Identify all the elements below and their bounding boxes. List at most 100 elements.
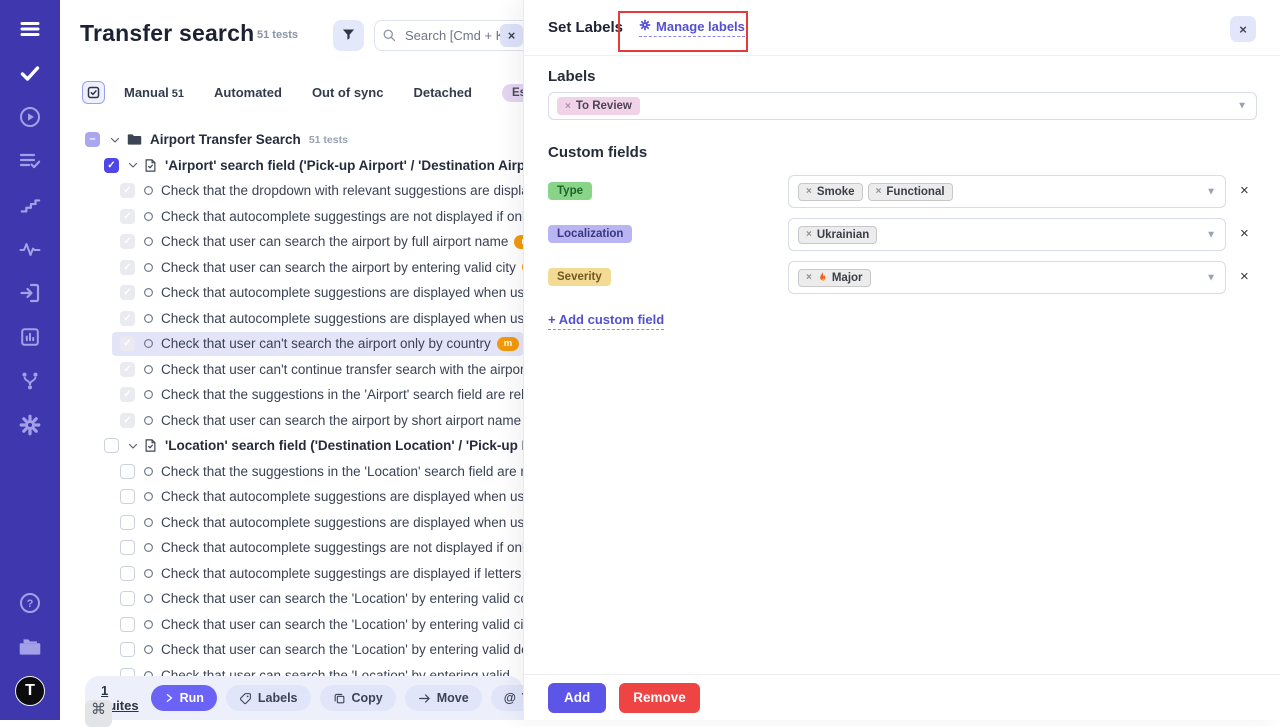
chevron-down-icon[interactable] bbox=[127, 159, 139, 171]
tag-icon bbox=[239, 692, 252, 705]
labels-select[interactable]: × To Review ▼ bbox=[548, 92, 1257, 120]
tree-row[interactable]: Check that autocomplete suggestings are … bbox=[60, 561, 523, 587]
menu-icon[interactable] bbox=[15, 14, 45, 44]
dropdown-arrow-icon: ▼ bbox=[1237, 101, 1247, 112]
command-key-icon[interactable]: ⌘ bbox=[85, 700, 112, 727]
row-checkbox[interactable] bbox=[120, 566, 135, 581]
row-checkbox[interactable] bbox=[120, 540, 135, 555]
svg-text:?: ? bbox=[27, 598, 34, 610]
copy-button[interactable]: Copy bbox=[320, 685, 396, 711]
tree-row[interactable]: Check that user can't search the airport… bbox=[60, 331, 523, 357]
status-circle-icon bbox=[143, 185, 154, 196]
clear-search-button[interactable]: × bbox=[500, 24, 523, 47]
row-checkbox[interactable] bbox=[120, 387, 135, 402]
tab-manual[interactable]: Manual51 bbox=[124, 85, 184, 100]
row-checkbox[interactable] bbox=[120, 285, 135, 300]
tree-row[interactable]: Airport Transfer Search 51 tests bbox=[60, 127, 523, 153]
remove-tag-icon[interactable]: × bbox=[565, 101, 571, 112]
chevron-down-icon[interactable] bbox=[108, 134, 122, 146]
row-checkbox[interactable] bbox=[120, 183, 135, 198]
remove-field-button[interactable]: × bbox=[1240, 268, 1249, 285]
test-run-play-icon[interactable] bbox=[15, 102, 45, 132]
test-plans-list-icon[interactable] bbox=[15, 146, 45, 176]
severity-select[interactable]: × Major ▼ bbox=[788, 261, 1226, 294]
tree-row[interactable]: Check that autocomplete suggestions are … bbox=[60, 510, 523, 536]
row-checkbox[interactable] bbox=[104, 438, 119, 453]
status-circle-icon bbox=[143, 593, 154, 604]
labels-button[interactable]: Labels bbox=[226, 685, 311, 711]
row-checkbox[interactable] bbox=[120, 234, 135, 249]
tree-row[interactable]: Check that autocomplete suggestions are … bbox=[60, 306, 523, 332]
projects-folder-icon[interactable] bbox=[15, 632, 45, 662]
activity-pulse-icon[interactable] bbox=[15, 234, 45, 264]
reports-chart-icon[interactable] bbox=[15, 322, 45, 352]
move-button[interactable]: Move bbox=[405, 685, 482, 711]
filter-button[interactable] bbox=[333, 20, 364, 51]
tree-row[interactable]: 'Airport' search field ('Pick-up Airport… bbox=[60, 153, 523, 179]
row-checkbox[interactable] bbox=[120, 464, 135, 479]
remove-field-button[interactable]: × bbox=[1240, 225, 1249, 242]
tree-row[interactable]: Check that autocomplete suggestings are … bbox=[60, 204, 523, 230]
row-checkbox[interactable] bbox=[120, 209, 135, 224]
flame-icon bbox=[817, 272, 827, 284]
row-checkbox[interactable] bbox=[120, 362, 135, 377]
row-label: Check that autocomplete suggestions are … bbox=[161, 285, 523, 300]
milestones-steps-icon[interactable] bbox=[15, 190, 45, 220]
test-suite-document-icon bbox=[143, 158, 158, 173]
tree-row[interactable]: Check that user can search the airport b… bbox=[60, 255, 523, 281]
tab-automated[interactable]: Automated bbox=[214, 85, 282, 100]
status-circle-icon bbox=[143, 644, 154, 655]
tree-row[interactable]: Check that the suggestions in the 'Airpo… bbox=[60, 382, 523, 408]
tree-row[interactable]: Check that autocomplete suggestions are … bbox=[60, 280, 523, 306]
row-checkbox[interactable] bbox=[120, 260, 135, 275]
remove-tag-icon[interactable]: × bbox=[806, 186, 812, 197]
sign-in-icon[interactable] bbox=[15, 278, 45, 308]
add-button[interactable]: Add bbox=[548, 683, 606, 713]
tree-row[interactable]: Check that the dropdown with relevant su… bbox=[60, 178, 523, 204]
status-circle-icon bbox=[143, 364, 154, 375]
dropdown-arrow-icon: ▼ bbox=[1206, 272, 1216, 283]
tree-row[interactable]: 'Location' search field ('Destination Lo… bbox=[60, 433, 523, 459]
remove-button[interactable]: Remove bbox=[619, 683, 700, 713]
row-checkbox[interactable] bbox=[120, 642, 135, 657]
manage-labels-link[interactable]: Manage labels bbox=[639, 19, 745, 37]
row-checkbox[interactable] bbox=[120, 311, 135, 326]
tree-row[interactable]: Check that autocomplete suggestions are … bbox=[60, 484, 523, 510]
row-checkbox[interactable] bbox=[85, 132, 100, 147]
tab-detached[interactable]: Detached bbox=[413, 85, 472, 100]
row-checkbox[interactable] bbox=[120, 413, 135, 428]
row-checkbox[interactable] bbox=[104, 158, 119, 173]
select-all-checkbox-button[interactable] bbox=[82, 81, 105, 104]
tab-out-of-sync[interactable]: Out of sync bbox=[312, 85, 384, 100]
tree-row[interactable]: Check that user can search the airport b… bbox=[60, 408, 523, 434]
run-button[interactable]: Run bbox=[151, 685, 217, 711]
type-select[interactable]: × Smoke × Functional ▼ bbox=[788, 175, 1226, 208]
close-button[interactable]: × bbox=[1230, 16, 1256, 42]
tree-row[interactable]: Check that user can search the 'Location… bbox=[60, 586, 523, 612]
bulk-actions-toolbar: 1 suites Run Labels Copy Move @ Tags + L… bbox=[85, 676, 523, 720]
row-checkbox[interactable] bbox=[120, 617, 135, 632]
tests-check-icon[interactable] bbox=[15, 58, 45, 88]
user-avatar[interactable]: T bbox=[15, 676, 45, 706]
add-custom-field-link[interactable]: + Add custom field bbox=[548, 312, 664, 330]
tree-row[interactable]: Check that user can't continue transfer … bbox=[60, 357, 523, 383]
remove-tag-icon[interactable]: × bbox=[876, 186, 882, 197]
row-checkbox[interactable] bbox=[120, 515, 135, 530]
settings-gear-icon[interactable] bbox=[15, 410, 45, 440]
chevron-down-icon[interactable] bbox=[127, 440, 139, 452]
row-checkbox[interactable] bbox=[120, 489, 135, 504]
traceability-branch-icon[interactable] bbox=[15, 366, 45, 396]
tree-row[interactable]: Check that autocomplete suggestings are … bbox=[60, 535, 523, 561]
tree-row[interactable]: Check that user can search the 'Location… bbox=[60, 637, 523, 663]
field-chip-localization: Localization bbox=[548, 225, 632, 243]
remove-tag-icon[interactable]: × bbox=[806, 272, 812, 283]
help-icon[interactable]: ? bbox=[15, 588, 45, 618]
localization-select[interactable]: × Ukrainian ▼ bbox=[788, 218, 1226, 251]
row-checkbox[interactable] bbox=[120, 591, 135, 606]
tree-row[interactable]: Check that user can search the airport b… bbox=[60, 229, 523, 255]
remove-field-button[interactable]: × bbox=[1240, 182, 1249, 199]
tree-row[interactable]: Check that user can search the 'Location… bbox=[60, 612, 523, 638]
tree-row[interactable]: Check that the suggestions in the 'Locat… bbox=[60, 459, 523, 485]
remove-tag-icon[interactable]: × bbox=[806, 229, 812, 240]
row-checkbox[interactable] bbox=[120, 336, 135, 351]
